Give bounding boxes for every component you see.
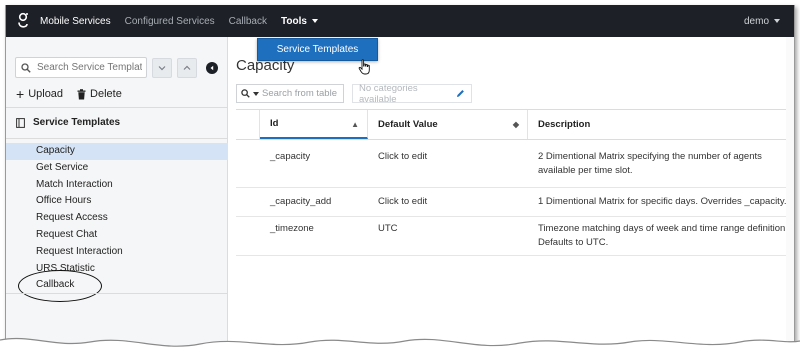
sidebar: + Upload Delete Service Templates Ca [6,37,228,357]
divider [6,107,228,108]
column-header-default-value[interactable]: Default Value ◆ [368,110,528,139]
list-item-request-chat[interactable]: Request Chat [6,227,228,244]
row-spacer [236,140,260,187]
cell-default-value[interactable]: Click to edit [368,140,528,187]
scroll-down-button[interactable] [152,57,172,78]
genesys-logo-icon[interactable] [12,12,34,30]
main-panel: Capacity Search from table No categories… [228,37,794,357]
app-window: Mobile Services Configured Services Call… [5,5,795,357]
user-name: demo [743,15,769,27]
sidebar-search-input[interactable] [37,62,142,73]
row-spacer [236,217,260,255]
category-text: No categories available [359,82,418,105]
sidebar-search-row [15,57,218,78]
service-templates-header: Service Templates [16,117,120,128]
scroll-up-button[interactable] [177,57,197,78]
table-header-spacer [236,110,260,139]
cell-id: _timezone [270,223,314,234]
table-row[interactable]: _capacity Click to edit 2 Dimentional Ma… [236,140,794,188]
column-header-label: Default Value [378,119,438,130]
column-header-label: Description [538,119,591,130]
list-item-match-interaction[interactable]: Match Interaction [6,177,228,194]
sidebar-search-box[interactable] [15,57,147,78]
nav-mobile-services[interactable]: Mobile Services [40,16,111,27]
delete-label: Delete [90,88,122,100]
table-header-row: Id ▲︎ Default Value ◆ Description [236,109,794,140]
cell-description: 2 Dimentional Matrix specifying the numb… [538,151,762,176]
cell-description: 1 Dimentional Matrix for specific days. … [538,196,787,207]
nav-tools-label: Tools [281,15,307,27]
cell-description: Timezone matching days of week and time … [538,223,788,248]
table-search-placeholder: Search from table [262,88,337,99]
chevron-down-icon [253,91,259,96]
table-search-input[interactable]: Search from table [236,84,344,103]
highlight-ellipse [18,270,102,302]
divider [6,293,228,294]
tools-menu-item-service-templates[interactable]: Service Templates [257,38,378,61]
column-header-description[interactable]: Description [528,110,794,139]
list-item-office-hours[interactable]: Office Hours [6,193,228,210]
list-item-request-access[interactable]: Request Access [6,210,228,227]
chevron-down-icon [311,19,318,23]
nav-tools-menu[interactable]: Tools [281,16,318,27]
upload-label: Upload [28,88,64,100]
cell-id: _capacity [270,151,311,162]
column-header-id[interactable]: Id ▲︎ [260,110,368,139]
hand-cursor-icon [358,59,372,78]
nav-configured-services[interactable]: Configured Services [125,16,215,27]
list-item-get-service[interactable]: Get Service [6,160,228,177]
cell-id: _capacity_add [270,196,332,207]
pencil-icon [457,90,465,97]
vertical-scrollbar[interactable] [786,37,794,357]
table-row[interactable]: _timezone UTC Timezone matching days of … [236,217,794,256]
user-menu[interactable]: demo [744,16,780,27]
cell-default-value[interactable]: UTC [368,217,528,255]
data-table: Id ▲︎ Default Value ◆ Description _capac… [236,109,794,256]
trash-icon [77,88,86,99]
row-spacer [236,188,260,216]
cell-default-value[interactable]: Click to edit [368,188,528,216]
list-item-request-interaction[interactable]: Request Interaction [6,244,228,261]
torn-edge-decoration [0,337,800,362]
document-icon [16,117,25,128]
table-row[interactable]: _capacity_add Click to edit 1 Dimentiona… [236,188,794,217]
list-item-capacity[interactable]: Capacity [6,143,228,160]
collapse-sidebar-button[interactable] [206,61,218,74]
delete-button[interactable]: Delete [77,88,122,100]
divider [6,138,228,139]
chevron-down-icon [774,19,780,23]
chevron-up-icon [183,65,191,70]
chevron-down-icon [158,65,166,70]
caret-left-icon [210,65,214,70]
section-title: Service Templates [33,117,121,128]
nav-callback[interactable]: Callback [229,16,267,27]
sort-icon: ◆ [512,120,519,129]
column-header-label: Id [270,118,279,129]
search-icon [21,62,31,73]
plus-icon: + [16,86,25,102]
sort-icon: ▲︎ [351,120,359,129]
sidebar-actions: + Upload Delete [16,86,122,102]
category-field[interactable]: No categories available [352,82,472,105]
upload-button[interactable]: + Upload [16,86,64,102]
top-navigation-bar: Mobile Services Configured Services Call… [6,5,794,37]
table-toolbar: Search from table No categories availabl… [236,82,472,105]
search-icon [241,89,250,98]
